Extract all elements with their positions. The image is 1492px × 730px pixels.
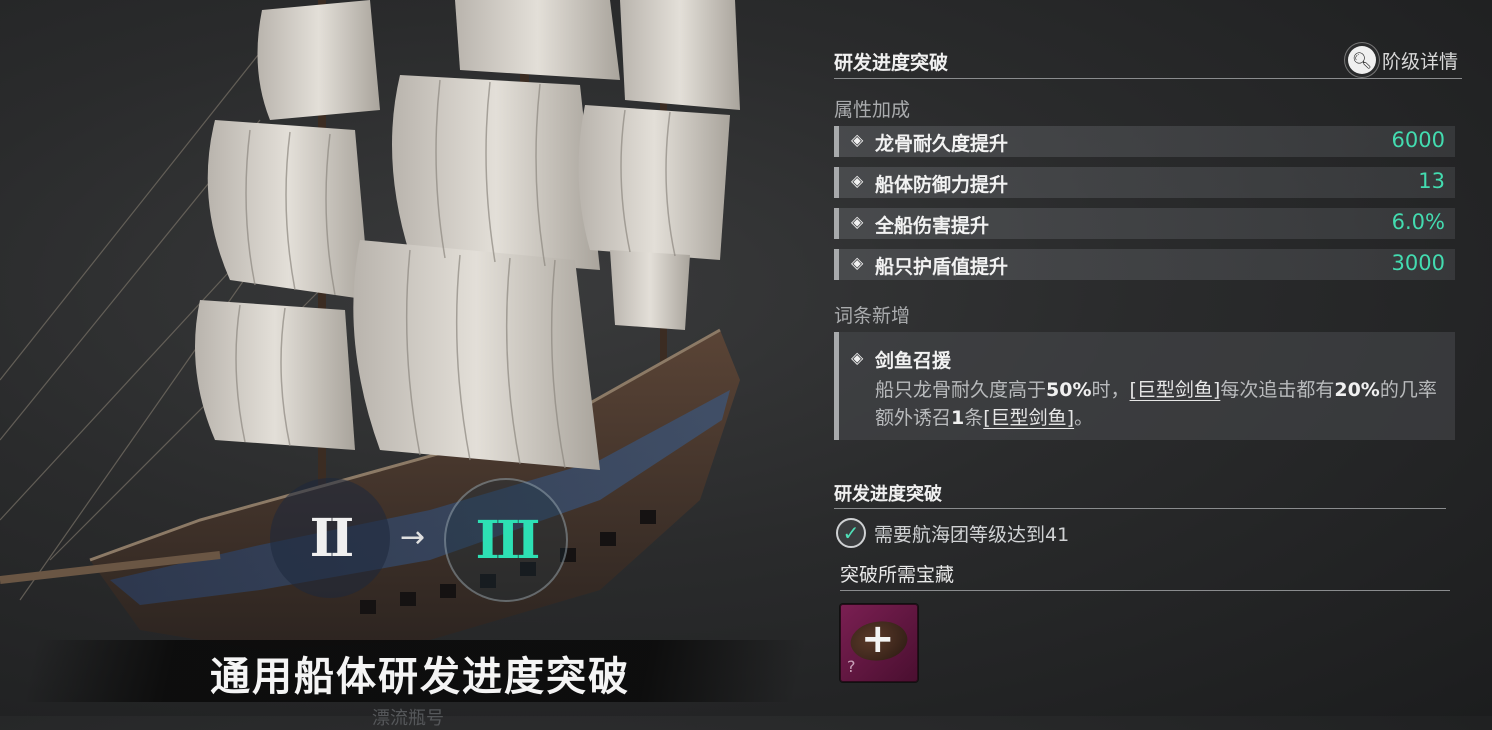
stat-name: 龙骨耐久度提升	[875, 133, 1009, 155]
stat-row: ◈ 龙骨耐久度提升 6000	[834, 126, 1455, 157]
stat-row: ◈ 船体防御力提升 13	[834, 167, 1455, 198]
stat-value: 3000	[1391, 251, 1445, 275]
check-icon: ✓	[836, 518, 866, 548]
perk-name: 剑鱼召援	[875, 350, 952, 372]
banner-title: 通用船体研发进度突破	[210, 654, 630, 700]
diamond-bullet-icon: ◈	[851, 212, 864, 231]
swordfish-link[interactable]: [巨型剑鱼]	[1130, 379, 1221, 401]
diamond-bullet-icon: ◈	[851, 348, 864, 367]
diamond-bullet-icon: ◈	[851, 171, 864, 190]
attributes-section-label: 属性加成	[834, 99, 911, 121]
requirement-row: ✓ 需要航海团等级达到41	[836, 518, 1069, 548]
tier-details-button[interactable]: 🔍︎ 阶级详情	[1347, 46, 1458, 74]
stat-row: ◈ 船只护盾值提升 3000	[834, 249, 1455, 280]
panel-title: 研发进度突破	[834, 52, 949, 74]
next-tier-badge: III	[444, 478, 568, 602]
perk-card: ◈ 剑鱼召援 船只龙骨耐久度高于50%时，[巨型剑鱼]每次追击都有20%的几率额…	[834, 332, 1455, 440]
stat-value: 6000	[1391, 128, 1445, 152]
ship-illustration	[0, 0, 740, 650]
ship-name-faded: 漂流瓶号	[372, 708, 444, 729]
treasure-slot[interactable]: + ?	[840, 604, 918, 682]
stat-name: 全船伤害提升	[875, 215, 990, 237]
stat-row: ◈ 全船伤害提升 6.0%	[834, 208, 1455, 239]
stat-name: 船体防御力提升	[875, 174, 1009, 196]
panel-header: 研发进度突破 🔍︎ 阶级详情	[834, 44, 1462, 79]
diamond-bullet-icon: ◈	[851, 130, 864, 149]
swordfish-link[interactable]: [巨型剑鱼]	[983, 407, 1074, 429]
stat-value: 13	[1418, 169, 1445, 193]
perk-section-label: 词条新增	[834, 305, 911, 327]
treasure-header: 突破所需宝藏	[840, 560, 1450, 591]
plus-icon: +	[861, 616, 895, 662]
arrow-right-icon: →	[400, 520, 426, 555]
breakthrough-subheader: 研发进度突破	[834, 480, 1446, 509]
perk-description: 船只龙骨耐久度高于50%时，[巨型剑鱼]每次追击都有20%的几率额外诱召1条[巨…	[875, 379, 1437, 429]
stat-value: 6.0%	[1391, 210, 1445, 234]
question-icon: ?	[847, 657, 856, 676]
requirement-text: 需要航海团等级达到41	[874, 523, 1070, 546]
current-tier-badge: II	[270, 478, 390, 598]
diamond-bullet-icon: ◈	[851, 253, 864, 272]
breakthrough-panel: 研发进度突破 🔍︎ 阶级详情 属性加成 ◈ 龙骨耐久度提升 6000 ◈ 船体防…	[834, 0, 1464, 716]
magnifier-icon: 🔍︎	[1347, 46, 1376, 74]
tier-details-label: 阶级详情	[1381, 50, 1458, 73]
stat-name: 船只护盾值提升	[875, 256, 1009, 278]
